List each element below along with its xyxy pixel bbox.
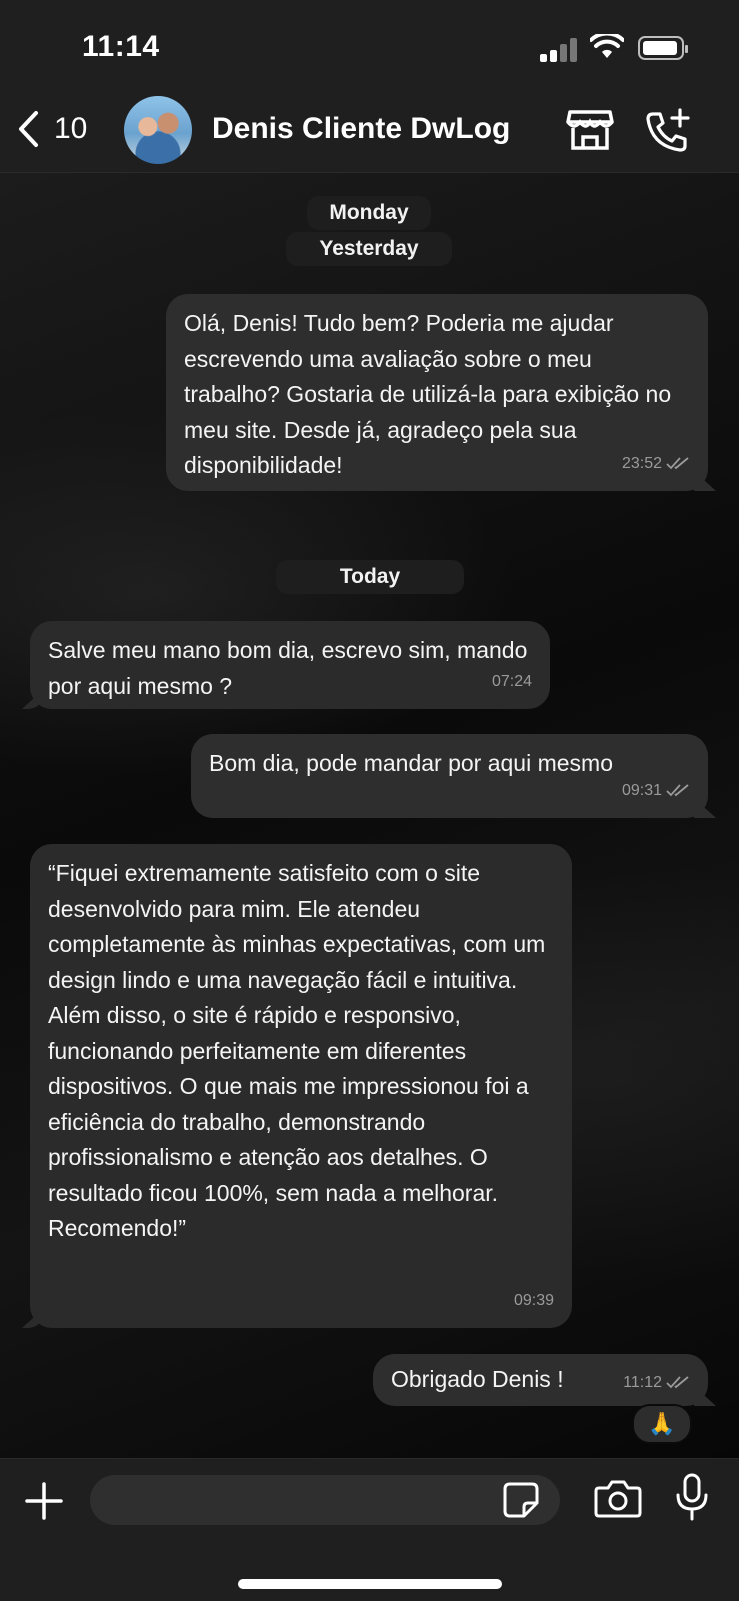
plus-icon[interactable] (24, 1481, 64, 1521)
contact-avatar[interactable] (124, 96, 192, 164)
double-check-icon (666, 1376, 689, 1389)
message-time: 11:12 (623, 1373, 662, 1391)
message-meta: 11:12 (623, 1365, 690, 1401)
battery-icon (638, 36, 688, 60)
camera-icon[interactable] (594, 1477, 642, 1519)
contact-name[interactable]: Denis Cliente DwLog (212, 112, 510, 146)
message-meta: 09:39 (514, 1283, 554, 1319)
message-meta: 09:31 (622, 773, 690, 809)
message-text: Bom dia, pode mandar por aqui mesmo (209, 750, 613, 776)
message-incoming[interactable]: “Fiquei extremamente satisfeito com o si… (22, 844, 572, 1328)
chat-header: 11:14 10 Denis Cliente DwLog (0, 0, 739, 173)
double-check-icon (666, 784, 689, 797)
unread-count: 10 (54, 112, 88, 145)
microphone-icon[interactable] (674, 1473, 710, 1521)
message-incoming[interactable]: Salve meu mano bom dia, escrevo sim, man… (22, 621, 550, 709)
signal-icon (540, 38, 578, 62)
sticker-icon[interactable] (502, 1481, 540, 1519)
message-time: 09:39 (513, 1291, 554, 1309)
home-indicator[interactable] (238, 1579, 502, 1589)
message-reaction[interactable]: 🙏 (632, 1404, 692, 1444)
message-time: 07:24 (491, 672, 532, 690)
date-separator-yesterday: Yesterday (286, 232, 452, 266)
date-separator-monday: Monday (307, 196, 431, 230)
status-time: 11:14 (82, 30, 160, 63)
double-check-icon (666, 457, 689, 470)
message-text: Olá, Denis! Tudo bem? Poderia me ajudar … (184, 310, 672, 478)
message-meta: 07:24 (492, 664, 532, 700)
store-icon[interactable] (566, 108, 614, 152)
phone-plus-icon[interactable] (644, 108, 692, 154)
message-text: “Fiquei extremamente satisfeito com o si… (48, 860, 546, 1241)
message-outgoing[interactable]: Olá, Denis! Tudo bem? Poderia me ajudar … (166, 294, 716, 491)
message-time: 09:31 (621, 781, 662, 799)
message-outgoing[interactable]: Obrigado Denis ! 11:12 (373, 1354, 716, 1406)
message-outgoing[interactable]: Bom dia, pode mandar por aqui mesmo 09:3… (191, 734, 716, 818)
date-separator-today: Today (276, 560, 464, 594)
message-meta: 23:52 (622, 446, 690, 482)
message-time: 23:52 (621, 454, 662, 472)
message-text: Salve meu mano bom dia, escrevo sim, man… (48, 637, 528, 699)
back-button[interactable]: 10 (16, 110, 87, 148)
wifi-icon (590, 34, 624, 58)
message-input[interactable] (90, 1475, 560, 1525)
message-composer (0, 1458, 739, 1601)
chevron-left-icon (19, 111, 38, 147)
